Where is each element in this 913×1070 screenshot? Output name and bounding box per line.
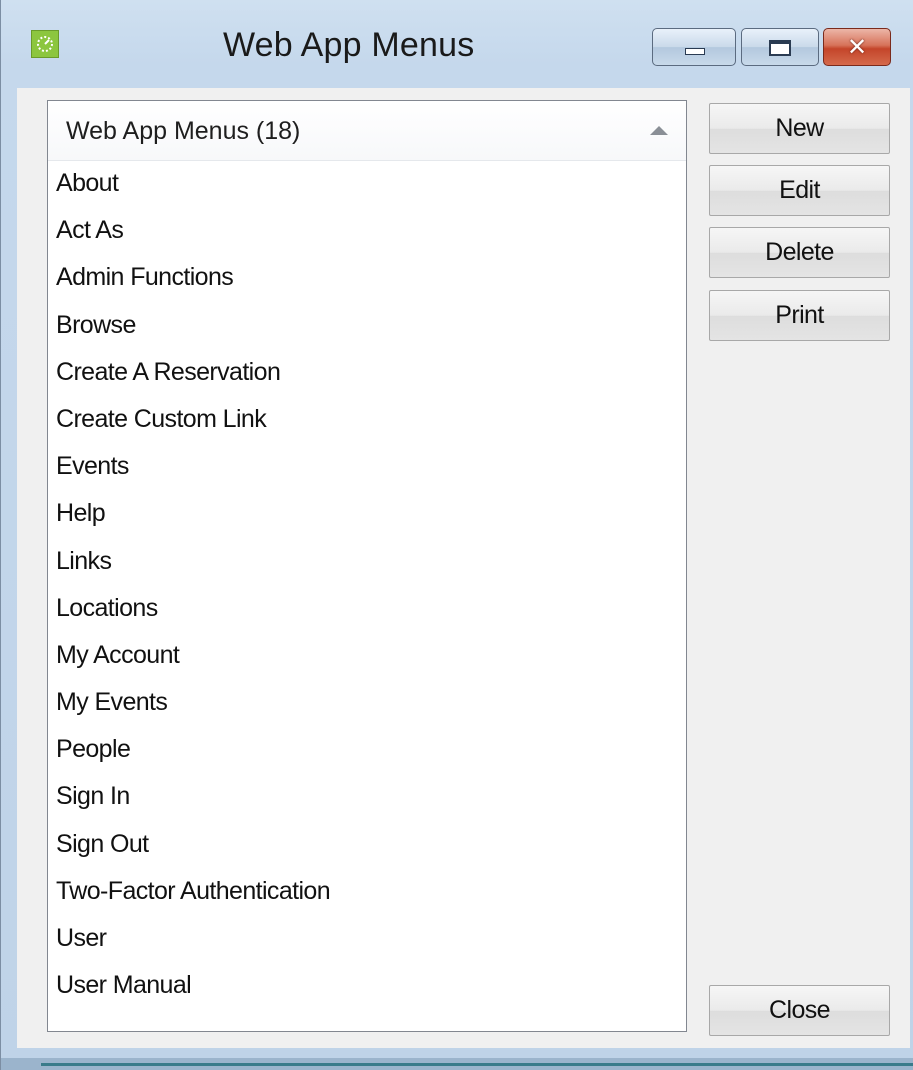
window-title: Web App Menus [223, 26, 475, 64]
list-item[interactable]: Sign In [48, 776, 686, 823]
close-button[interactable]: Close [709, 985, 890, 1036]
dialog-body: Web App Menus (18) About Act As Admin Func… [17, 88, 910, 1048]
minimize-icon [685, 48, 705, 55]
minimize-button[interactable] [652, 28, 736, 66]
title-bar[interactable]: Web App Menus ✕ [1, 0, 913, 92]
sort-ascending-icon [650, 126, 668, 135]
list-items: About Act As Admin Functions Browse Create A… [48, 163, 686, 1012]
list-item[interactable]: Act As [48, 210, 686, 257]
list-header-label: Web App Menus (18) [66, 117, 301, 145]
list-item[interactable]: People [48, 729, 686, 776]
list-item[interactable]: Help [48, 493, 686, 540]
list-item[interactable]: User [48, 918, 686, 965]
maximize-icon [769, 40, 791, 56]
app-logo-icon [31, 30, 59, 58]
close-icon: ✕ [846, 33, 868, 61]
list-item[interactable]: User Manual [48, 965, 686, 1012]
new-button[interactable]: New [709, 103, 890, 154]
list-item[interactable]: Admin Functions [48, 257, 686, 304]
dialog-window: Web App Menus ✕ Web App Menus (18) About… [0, 0, 913, 1070]
list-item[interactable]: Create A Reservation [48, 352, 686, 399]
edit-button[interactable]: Edit [709, 165, 890, 216]
taskbar-edge [41, 1063, 913, 1066]
list-column-header[interactable]: Web App Menus (18) [48, 101, 686, 161]
list-item[interactable]: Events [48, 446, 686, 493]
list-item[interactable]: My Account [48, 635, 686, 682]
delete-button[interactable]: Delete [709, 227, 890, 278]
list-item[interactable]: Links [48, 541, 686, 588]
list-item[interactable]: Two-Factor Authentication [48, 871, 686, 918]
maximize-button[interactable] [741, 28, 819, 66]
list-item[interactable]: My Events [48, 682, 686, 729]
list-item[interactable]: About [48, 163, 686, 210]
list-item[interactable]: Locations [48, 588, 686, 635]
print-button[interactable]: Print [709, 290, 890, 341]
list-item[interactable]: Create Custom Link [48, 399, 686, 446]
list-item[interactable]: Sign Out [48, 824, 686, 871]
list-item[interactable]: Browse [48, 305, 686, 352]
menus-list[interactable]: Web App Menus (18) About Act As Admin Func… [47, 100, 687, 1032]
window-close-button[interactable]: ✕ [823, 28, 891, 66]
